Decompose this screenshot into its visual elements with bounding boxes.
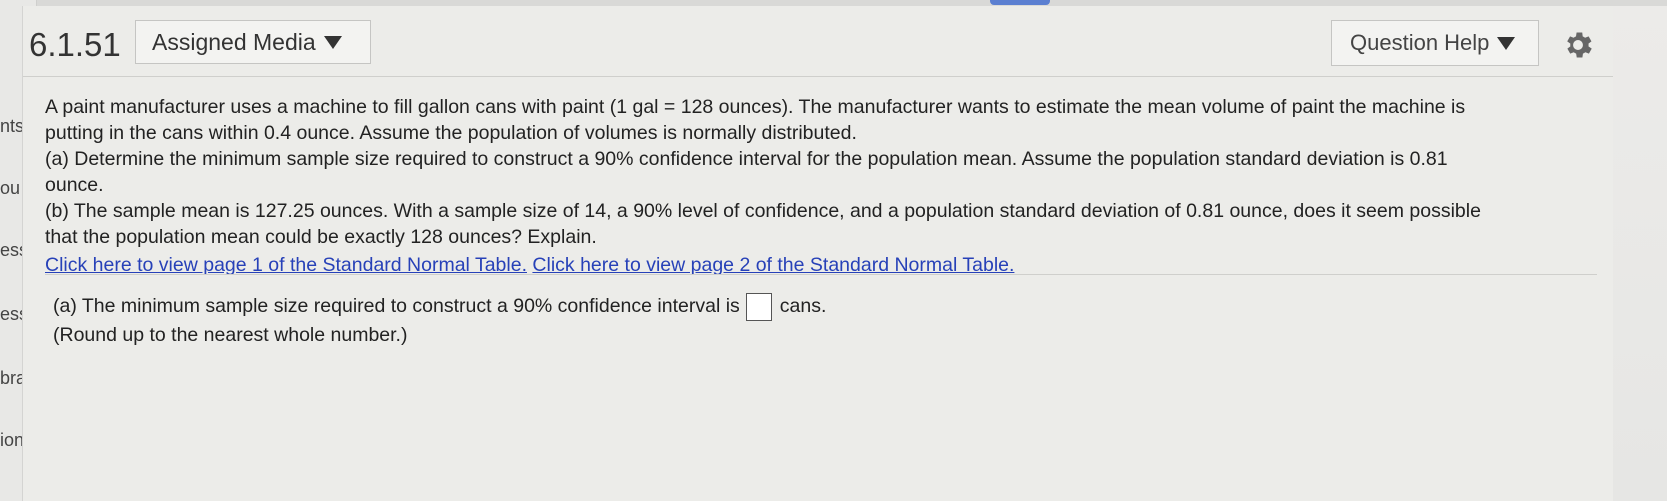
part-a-text: (a) Determine the minimum sample size re… [45, 148, 1448, 170]
screen: nts ou ess ess bra ions 6.1.51 Assigned … [0, 0, 1667, 501]
question-help-label: Question Help [1350, 30, 1490, 55]
caret-down-icon [1497, 36, 1516, 50]
gear-icon[interactable] [1561, 28, 1595, 62]
rounding-note: (Round up to the nearest whole number.) [53, 323, 408, 346]
normal-table-page2-link[interactable]: Click here to view page 2 of the Standar… [532, 254, 1014, 276]
top-tab-indicator [990, 0, 1050, 5]
assigned-media-button[interactable]: Assigned Media [135, 20, 371, 64]
problem-text: A paint manufacturer uses a machine to f… [45, 96, 1466, 118]
question-toolbar: 6.1.51 Assigned Media Question Help [23, 6, 1613, 77]
question-number: 6.1.51 [29, 26, 121, 63]
assigned-media-label: Assigned Media [152, 28, 316, 55]
answer-unit: cans. [779, 295, 827, 317]
normal-table-page1-link[interactable]: Click here to view page 1 of the Standar… [45, 254, 527, 276]
sample-size-input[interactable] [745, 292, 772, 321]
problem-statement: A paint manufacturer uses a machine to f… [45, 94, 1605, 278]
answer-prompt: (a) The minimum sample size required to … [53, 295, 740, 317]
divider [45, 274, 1597, 275]
part-a-text: ounce. [45, 174, 104, 196]
part-b-text: that the population mean could be exactl… [45, 226, 597, 248]
problem-text: putting in the cans within 0.4 ounce. As… [45, 122, 857, 144]
question-panel: 6.1.51 Assigned Media Question Help A pa… [22, 6, 1613, 501]
question-help-button[interactable]: Question Help [1331, 20, 1539, 66]
caret-down-icon [323, 35, 342, 49]
part-b-text: (b) The sample mean is 127.25 ounces. Wi… [45, 200, 1481, 222]
answer-section: (a) The minimum sample size required to … [53, 292, 826, 349]
